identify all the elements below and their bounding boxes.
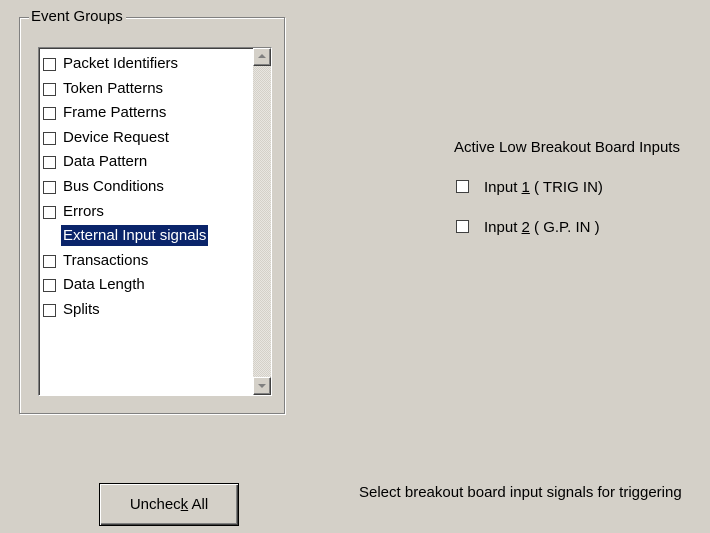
input-2-label[interactable]: Input 2 ( G.P. IN ) <box>484 219 600 237</box>
event-group-item[interactable]: Transactions <box>41 249 247 274</box>
event-group-item[interactable]: Data Pattern <box>41 150 247 175</box>
scroll-up-arrow-icon <box>258 54 266 58</box>
event-group-label: Frame Patterns <box>63 104 167 122</box>
event-group-item[interactable]: Frame Patterns <box>41 101 247 126</box>
event-group-label: Bus Conditions <box>63 177 164 195</box>
event-group-item[interactable]: Bus Conditions <box>41 175 247 200</box>
event-group-item[interactable]: Token Patterns <box>41 77 247 102</box>
event-group-checkbox[interactable] <box>43 205 56 219</box>
event-group-item[interactable]: Device Request <box>41 126 247 151</box>
event-group-item[interactable]: Errors <box>41 200 247 225</box>
scroll-down-arrow-icon <box>258 384 266 388</box>
event-groups-listbox[interactable]: Packet Identifiers Token Patterns Frame Pa… <box>38 47 272 396</box>
event-groups-list: Packet Identifiers Token Patterns Frame Pa… <box>41 52 247 323</box>
event-group-item[interactable]: External Input signals <box>41 224 247 249</box>
event-group-item[interactable]: Splits <box>41 298 247 323</box>
input-2-checkbox[interactable] <box>456 220 469 233</box>
scroll-up-button[interactable] <box>253 48 271 66</box>
event-group-checkbox[interactable] <box>43 82 56 96</box>
event-group-item[interactable]: Packet Identifiers <box>41 52 247 77</box>
scroll-down-button[interactable] <box>253 377 271 395</box>
event-group-label: Token Patterns <box>63 79 164 97</box>
event-group-checkbox[interactable] <box>43 180 56 194</box>
event-group-label: Device Request <box>63 128 169 146</box>
event-group-checkbox[interactable] <box>43 156 56 170</box>
event-group-label: External Input signals <box>61 225 209 247</box>
input-1-label[interactable]: Input 1 ( TRIG IN) <box>484 179 603 197</box>
event-group-item[interactable]: Data Length <box>41 273 247 298</box>
event-group-label: Data Pattern <box>63 153 148 171</box>
event-group-label: Splits <box>63 300 100 318</box>
event-group-checkbox[interactable] <box>43 254 56 268</box>
listbox-scrollbar[interactable] <box>253 48 271 395</box>
event-group-label: Errors <box>63 202 104 220</box>
status-text: Select breakout board input signals for … <box>359 484 682 501</box>
event-group-label: Data Length <box>63 276 145 294</box>
event-groups-label: Event Groups <box>29 8 126 26</box>
event-group-checkbox[interactable] <box>43 279 56 293</box>
breakout-inputs-title: Active Low Breakout Board Inputs <box>454 139 680 156</box>
event-group-label: Packet Identifiers <box>63 55 179 72</box>
event-group-checkbox[interactable] <box>43 131 56 145</box>
event-group-label: Transactions <box>63 251 149 269</box>
event-group-checkbox[interactable] <box>43 230 56 244</box>
event-group-checkbox[interactable] <box>43 58 56 71</box>
input-1-checkbox[interactable] <box>456 180 469 193</box>
event-group-checkbox[interactable] <box>43 303 56 317</box>
uncheck-all-button[interactable]: Uncheck All <box>99 483 239 526</box>
event-group-checkbox[interactable] <box>43 107 56 121</box>
